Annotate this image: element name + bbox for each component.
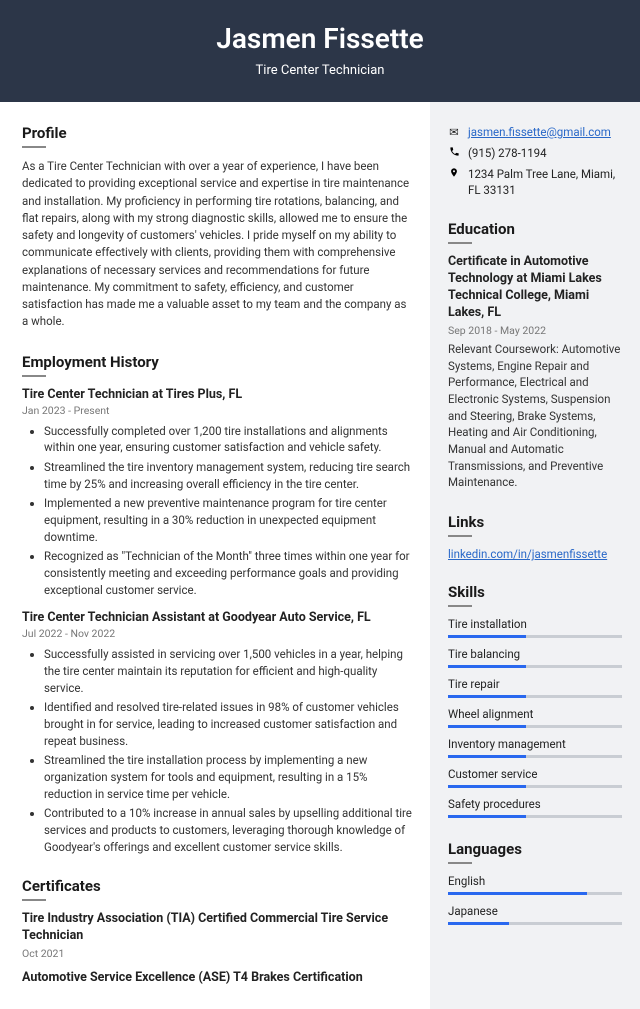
profile-section: Profile As a Tire Center Technician with… (22, 124, 412, 331)
person-name: Jasmen Fissette (0, 22, 640, 55)
divider (22, 899, 46, 901)
certificates-section: Certificates Tire Industry Association (… (22, 877, 412, 987)
employment-heading: Employment History (22, 353, 412, 371)
divider (448, 605, 472, 607)
job-bullet: Identified and resolved tire-related iss… (44, 699, 412, 749)
job-bullet: Contributed to a 10% increase in annual … (44, 805, 412, 855)
divider (448, 862, 472, 864)
skill-bar-fill (448, 725, 526, 728)
skill-bar (448, 665, 622, 668)
skills-section: Skills Tire installation Tire balancing Ti… (448, 583, 622, 818)
contact-email[interactable]: jasmen.fissette@gmail.com (468, 124, 611, 140)
language-bar-fill (448, 892, 587, 895)
profile-text: As a Tire Center Technician with over a … (22, 158, 412, 331)
language-bar (448, 922, 622, 925)
language-bar-fill (448, 922, 509, 925)
skills-heading: Skills (448, 583, 622, 601)
pin-icon (448, 166, 460, 183)
skill-item: Safety procedures (448, 797, 622, 818)
job-title: Tire Center Technician at Tires Plus, FL (22, 387, 412, 402)
skill-item: Customer service (448, 767, 622, 788)
contact-section: ✉ jasmen.fissette@gmail.com (915) 278-11… (448, 124, 622, 198)
skill-bar (448, 635, 622, 638)
contact-phone-row: (915) 278-1194 (448, 145, 622, 161)
cert-title: Automotive Service Excellence (ASE) T4 B… (22, 970, 412, 987)
job-bullet: Streamlined the tire installation proces… (44, 752, 412, 802)
education-section: Education Certificate in Automotive Tech… (448, 220, 622, 491)
education-desc: Relevant Coursework: Automotive Systems,… (448, 341, 622, 491)
skill-name: Inventory management (448, 737, 622, 751)
skill-name: Wheel alignment (448, 707, 622, 721)
job-bullet: Recognized as "Technician of the Month" … (44, 548, 412, 598)
certificates-heading: Certificates (22, 877, 412, 895)
skill-bar (448, 725, 622, 728)
job-entry: Tire Center Technician Assistant at Good… (22, 610, 412, 855)
job-bullet: Streamlined the tire inventory managemen… (44, 459, 412, 492)
divider (448, 535, 472, 537)
skill-bar (448, 755, 622, 758)
links-section: Links linkedin.com/in/jasmenfissette (448, 513, 622, 561)
contact-address-row: 1234 Palm Tree Lane, Miami, FL 33131 (448, 166, 622, 198)
skill-bar-fill (448, 785, 526, 788)
contact-address: 1234 Palm Tree Lane, Miami, FL 33131 (468, 166, 622, 198)
skill-name: Tire balancing (448, 647, 622, 661)
skill-item: Wheel alignment (448, 707, 622, 728)
divider (448, 242, 472, 244)
envelope-icon: ✉ (448, 124, 460, 140)
skill-bar (448, 695, 622, 698)
job-bullets: Successfully assisted in servicing over … (22, 646, 412, 855)
job-bullet: Implemented a new preventive maintenance… (44, 495, 412, 545)
job-entry: Tire Center Technician at Tires Plus, FL… (22, 387, 412, 599)
skill-name: Customer service (448, 767, 622, 781)
skill-name: Tire repair (448, 677, 622, 691)
cert-date: Oct 2021 (22, 947, 412, 960)
language-bar (448, 892, 622, 895)
skill-bar-fill (448, 665, 526, 668)
skill-bar-fill (448, 755, 526, 758)
resume-header: Jasmen Fissette Tire Center Technician (0, 0, 640, 102)
skill-name: Tire installation (448, 617, 622, 631)
skill-item: Inventory management (448, 737, 622, 758)
skill-item: Tire repair (448, 677, 622, 698)
language-item: Japanese (448, 904, 622, 925)
skill-name: Safety procedures (448, 797, 622, 811)
skill-item: Tire installation (448, 617, 622, 638)
skill-bar-fill (448, 815, 526, 818)
education-title: Certificate in Automotive Technology at … (448, 254, 622, 322)
person-title: Tire Center Technician (0, 63, 640, 78)
language-name: English (448, 874, 622, 888)
skill-bar-fill (448, 635, 526, 638)
contact-phone: (915) 278-1194 (468, 145, 547, 161)
job-bullet: Successfully assisted in servicing over … (44, 646, 412, 696)
job-title: Tire Center Technician Assistant at Good… (22, 610, 412, 625)
education-dates: Sep 2018 - May 2022 (448, 324, 622, 337)
education-heading: Education (448, 220, 622, 238)
languages-section: Languages English Japanese (448, 840, 622, 925)
job-bullet: Successfully completed over 1,200 tire i… (44, 423, 412, 456)
cert-title: Tire Industry Association (TIA) Certifie… (22, 911, 412, 945)
languages-heading: Languages (448, 840, 622, 858)
link-item[interactable]: linkedin.com/in/jasmenfissette (448, 547, 607, 561)
links-heading: Links (448, 513, 622, 531)
language-name: Japanese (448, 904, 622, 918)
job-bullets: Successfully completed over 1,200 tire i… (22, 423, 412, 599)
phone-icon (448, 145, 460, 161)
employment-section: Employment History Tire Center Technicia… (22, 353, 412, 856)
divider (22, 375, 46, 377)
skill-bar (448, 785, 622, 788)
skill-bar-fill (448, 695, 526, 698)
profile-heading: Profile (22, 124, 412, 142)
job-dates: Jul 2022 - Nov 2022 (22, 627, 412, 640)
job-dates: Jan 2023 - Present (22, 404, 412, 417)
language-item: English (448, 874, 622, 895)
contact-email-row: ✉ jasmen.fissette@gmail.com (448, 124, 622, 140)
skill-item: Tire balancing (448, 647, 622, 668)
skill-bar (448, 815, 622, 818)
divider (22, 146, 46, 148)
